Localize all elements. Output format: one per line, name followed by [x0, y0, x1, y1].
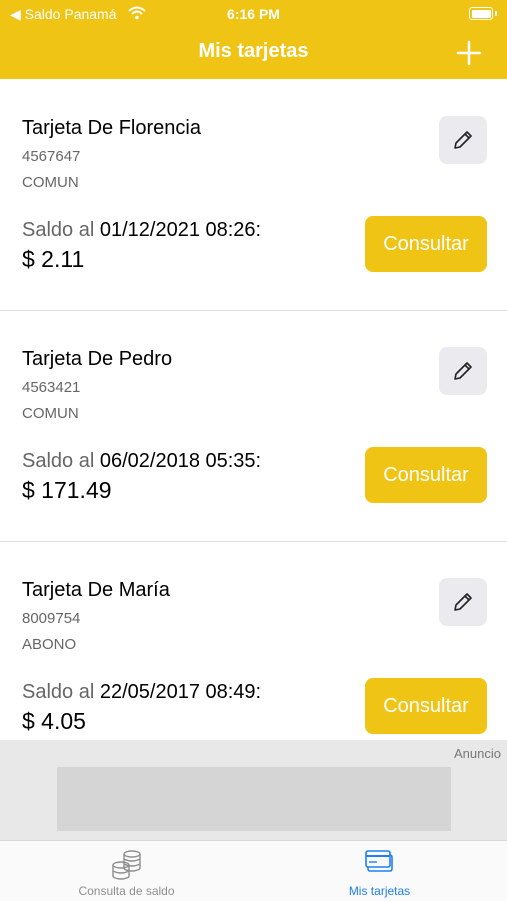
balance-amount: $ 2.11 [22, 246, 85, 272]
tab-label: Mis tarjetas [348, 884, 411, 898]
battery-icon [469, 7, 493, 20]
card-name: Tarjeta De María [22, 579, 170, 601]
card-item: Tarjeta De María 8009754 ABONO Saldo al … [0, 541, 507, 740]
consultar-button[interactable]: Consultar [365, 216, 487, 272]
tab-consulta-de-saldo[interactable]: Consulta de saldo [0, 841, 253, 901]
card-list: Tarjeta De Florencia 4567647 COMUN Saldo… [0, 79, 507, 740]
saldo-line: Saldo al 06/02/2018 05:35: [22, 450, 261, 473]
card-type: COMUN [22, 174, 79, 191]
card-name: Tarjeta De Florencia [22, 117, 201, 139]
card-item: Tarjeta De Florencia 4567647 COMUN Saldo… [0, 79, 507, 311]
edit-card-button[interactable] [439, 347, 487, 395]
balance-amount: $ 4.05 [22, 708, 86, 734]
balance-amount: $ 171.49 [22, 477, 112, 503]
card-name: Tarjeta De Pedro [22, 348, 173, 370]
pencil-icon [454, 362, 472, 380]
card-number: 4567647 [22, 148, 81, 165]
pencil-icon [454, 593, 472, 611]
battery-nub [495, 11, 497, 16]
consultar-button[interactable]: Consultar [365, 447, 487, 503]
saldo-prefix: Saldo al [22, 681, 95, 703]
saldo-line: Saldo al 22/05/2017 08:49: [22, 681, 261, 704]
tab-label: Consulta de saldo [78, 884, 175, 898]
status-time: 6:16 PM [227, 6, 280, 22]
saldo-date: 22/05/2017 08:49: [99, 681, 262, 703]
page-title: Mis tarjetas [198, 40, 309, 62]
pencil-icon [454, 131, 472, 149]
saldo-prefix: Saldo al [22, 219, 95, 241]
ad-banner: Anuncio [0, 740, 507, 840]
edit-card-button[interactable] [439, 578, 487, 626]
status-bar: ◀ Saldo Panamá 6:16 PM [0, 0, 507, 26]
tab-mis-tarjetas[interactable]: Mis tarjetas [253, 841, 506, 901]
consultar-button[interactable]: Consultar [365, 678, 487, 734]
card-type: ABONO [22, 636, 77, 653]
ad-label: Anuncio [454, 746, 501, 761]
card-type: COMUN [22, 405, 79, 422]
card-number: 8009754 [22, 610, 81, 627]
saldo-line: Saldo al 01/12/2021 08:26: [22, 219, 261, 242]
card-item: Tarjeta De Pedro 4563421 COMUN Saldo al … [0, 310, 507, 542]
app-header: ◀ Saldo Panamá 6:16 PM Mis tarjetas [0, 0, 507, 79]
credit-card-icon [364, 850, 393, 872]
coins-icon [111, 850, 141, 880]
saldo-date: 06/02/2018 05:35: [99, 450, 262, 472]
saldo-date: 01/12/2021 08:26: [99, 219, 262, 241]
edit-card-button[interactable] [439, 116, 487, 164]
plus-icon[interactable] [452, 36, 486, 70]
ad-placeholder[interactable] [57, 767, 451, 831]
card-number: 4563421 [22, 379, 81, 396]
saldo-prefix: Saldo al [22, 450, 95, 472]
tab-bar: Consulta de saldo Mis tarjetas [0, 840, 507, 901]
